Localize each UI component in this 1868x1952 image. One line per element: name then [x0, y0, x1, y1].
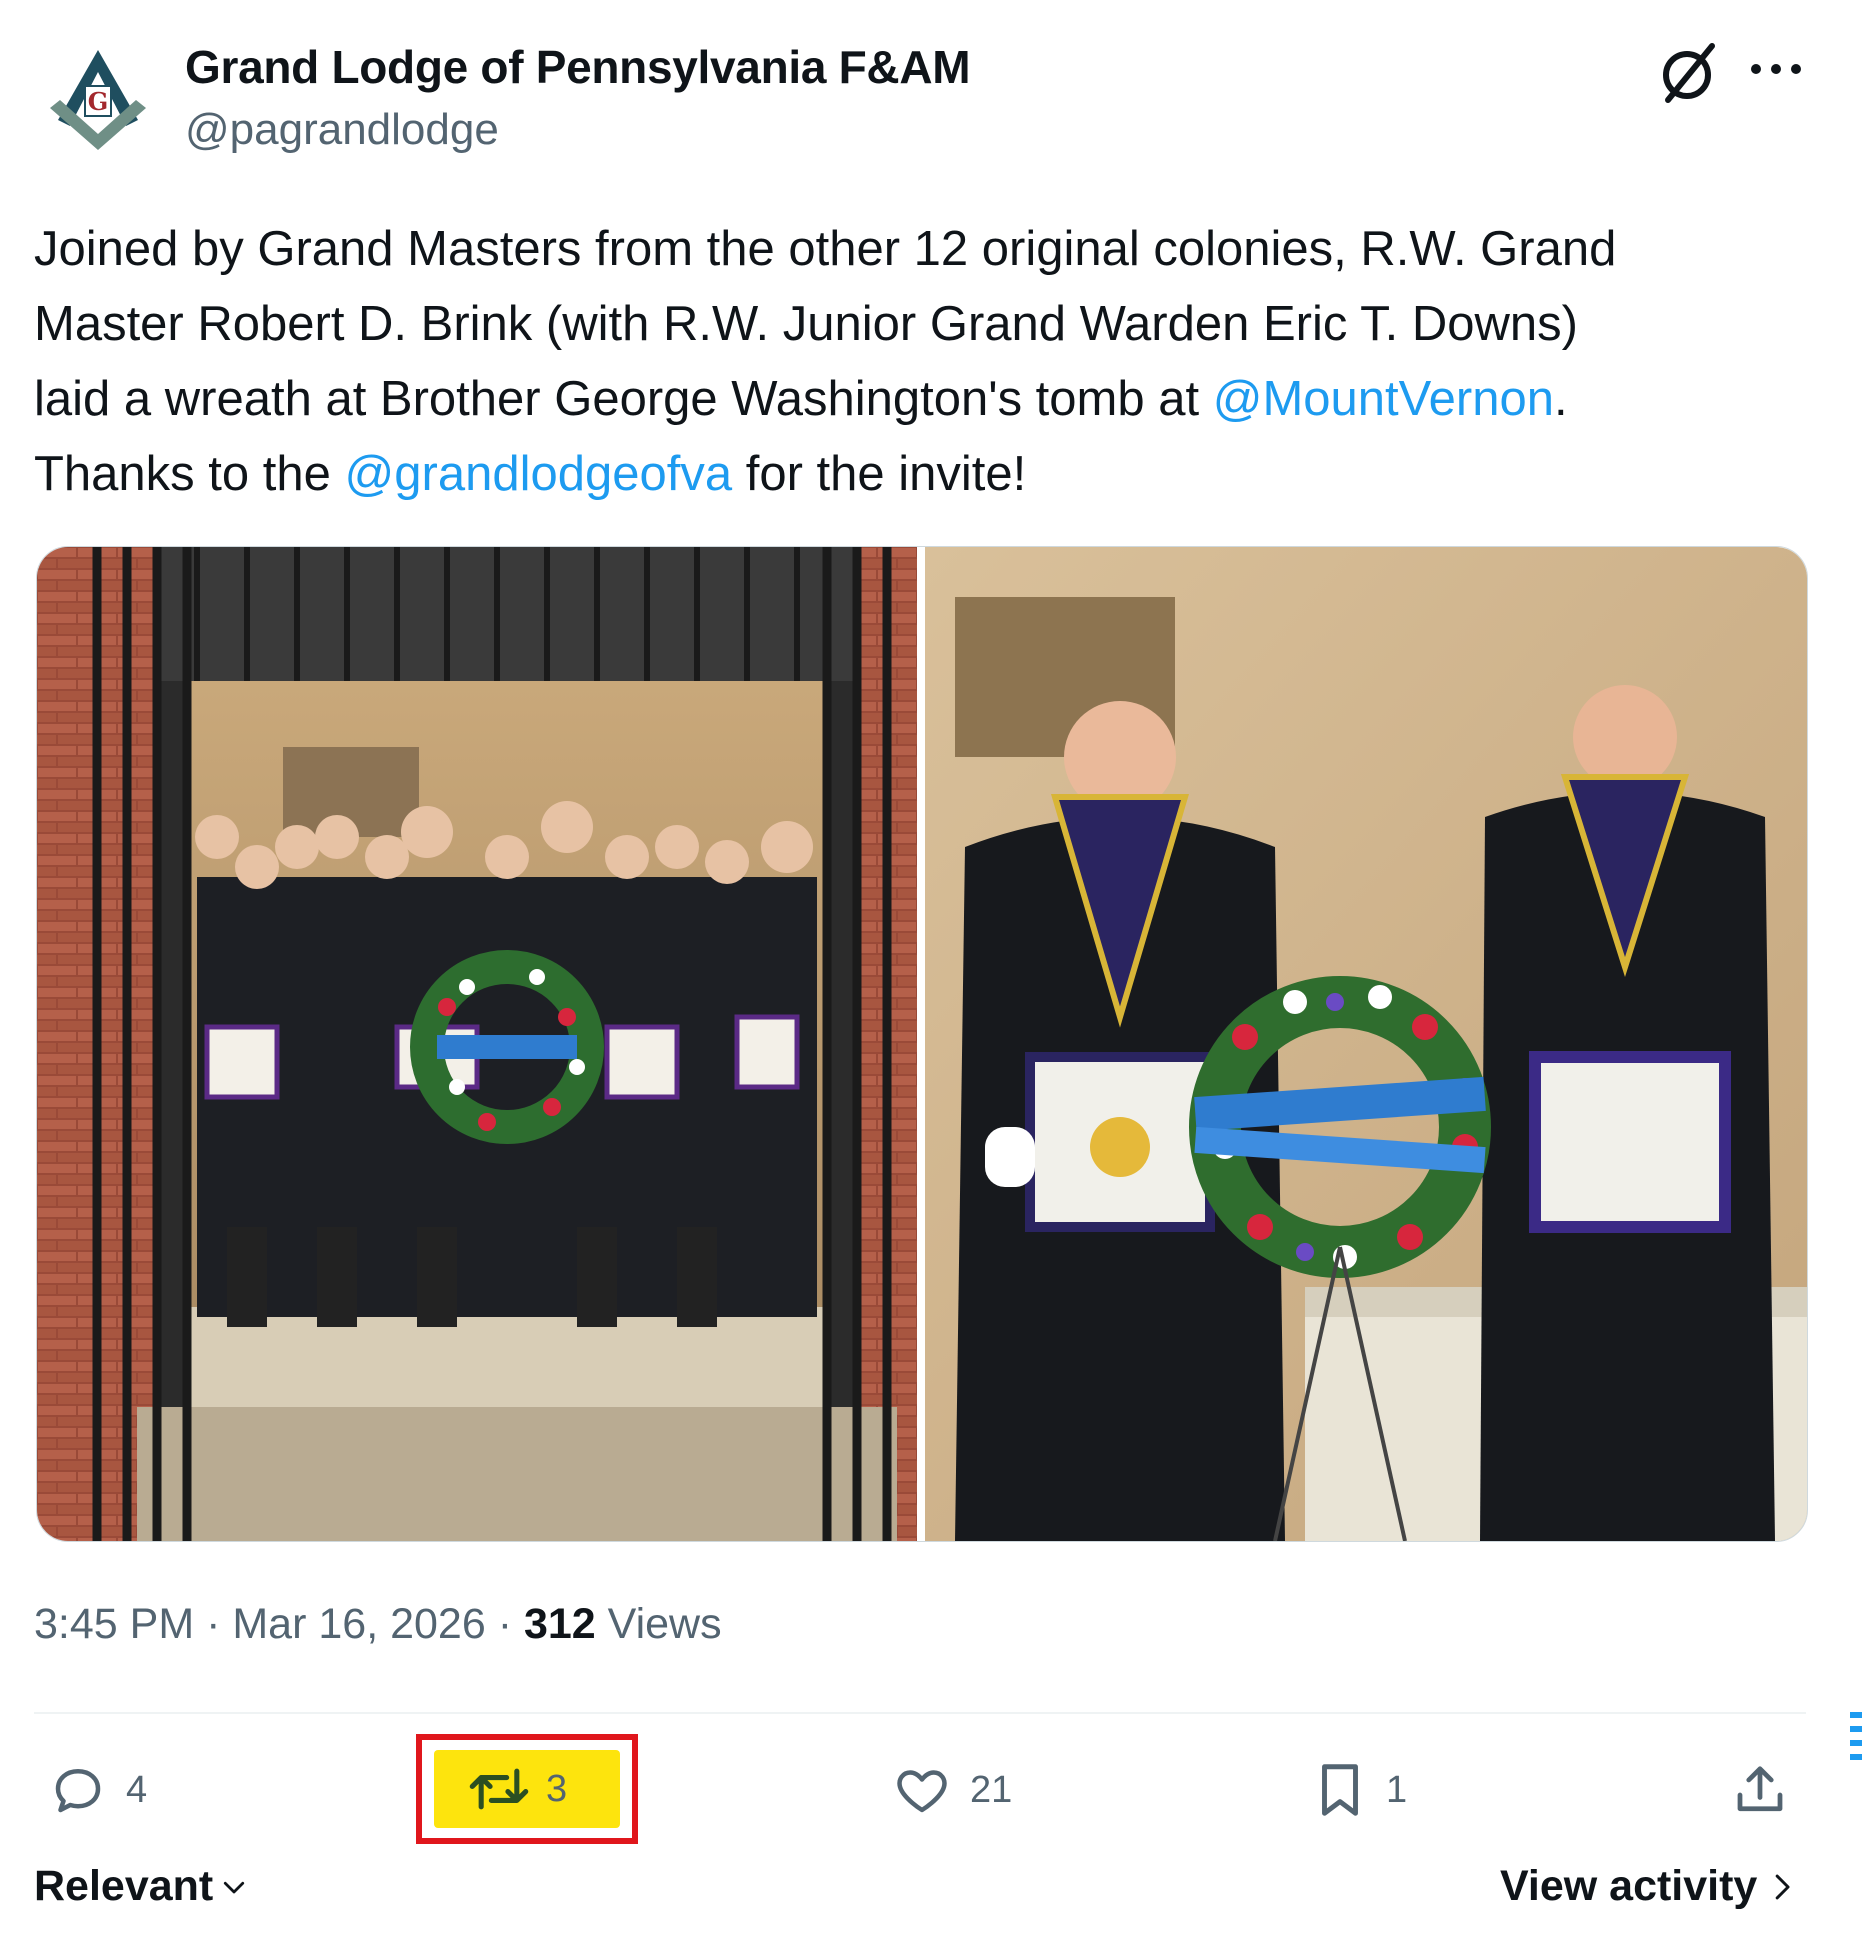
reply-count: 4 [126, 1768, 148, 1811]
masonic-square-compass-icon: G [50, 50, 146, 150]
author-name[interactable]: Grand Lodge of Pennsylvania F&AM [185, 40, 971, 94]
chevron-down-icon [224, 1881, 245, 1893]
more-icon[interactable] [1746, 54, 1806, 84]
like-count: 21 [970, 1768, 1013, 1811]
chevron-right-icon [1776, 1874, 1790, 1899]
views-count: 312 [523, 1600, 596, 1648]
bookmark-button[interactable]: 1 [1312, 1750, 1407, 1830]
account-logo[interactable]: G [40, 42, 156, 158]
reply-button[interactable]: 4 [48, 1750, 147, 1830]
tweet-line-text: Master Robert D. Brink (with R.W. Junior… [34, 297, 1578, 351]
retweet-icon [469, 1768, 529, 1810]
grok-icon[interactable] [1654, 38, 1724, 108]
mention-link-grandlodgeofva[interactable]: @grandlodgeofva [345, 447, 733, 501]
like-button[interactable]: 21 [892, 1750, 1012, 1830]
tweet-meta: 3:45 PM · Mar 16, 2026 · 312 Views [34, 1600, 722, 1649]
tweet-line: laid a wreath at Brother George Washingt… [34, 362, 1814, 437]
meta-separator: · [194, 1600, 233, 1648]
tweet-line-text: Joined by Grand Masters from the other 1… [34, 222, 1617, 276]
share-icon [1737, 1766, 1783, 1812]
divider [34, 1712, 1806, 1714]
retweet-button[interactable]: 3 [468, 1754, 567, 1824]
author-handle[interactable]: @pagrandlodge [185, 105, 499, 155]
media-grid [36, 546, 1808, 1542]
tweet-line-text: . [1553, 372, 1568, 426]
tweet-line-text: laid a wreath at Brother George Washingt… [34, 372, 1213, 426]
mention-link-mountvernon[interactable]: @MountVernon [1213, 372, 1554, 426]
svg-text:G: G [88, 87, 109, 116]
view-activity-label: View activity [1500, 1862, 1758, 1910]
scrollbar-marker[interactable] [1850, 1712, 1862, 1762]
views-label: Views [595, 1600, 722, 1648]
bookmark-icon [1322, 1764, 1358, 1816]
tweet-line: Thanks to the @grandlodgeofva for the in… [34, 437, 1814, 512]
photo-group-at-tomb[interactable] [37, 547, 917, 1541]
photo-two-masters-with-wreath[interactable] [925, 547, 1807, 1541]
bookmark-count: 1 [1386, 1768, 1408, 1811]
meta-separator: · [485, 1600, 524, 1648]
retweet-highlight-box: 3 [416, 1734, 638, 1844]
retweet-count: 3 [546, 1767, 568, 1810]
reply-icon [55, 1769, 101, 1813]
tweet-line: Joined by Grand Masters from the other 1… [34, 212, 1814, 287]
tweet-date[interactable]: Mar 16, 2026 [232, 1600, 485, 1648]
tweet-line-text: for the invite! [732, 447, 1027, 501]
heart-icon [897, 1770, 947, 1813]
view-activity-link[interactable]: View activity [1500, 1862, 1795, 1911]
sort-label: Relevant [34, 1862, 214, 1910]
tweet-text: Joined by Grand Masters from the other 1… [34, 212, 1814, 512]
share-button[interactable] [1730, 1750, 1790, 1830]
tweet-time[interactable]: 3:45 PM [34, 1600, 194, 1648]
tweet-line-text: Thanks to the [34, 447, 345, 501]
sort-replies-dropdown[interactable]: Relevant [34, 1862, 249, 1911]
tweet-line: Master Robert D. Brink (with R.W. Junior… [34, 287, 1814, 362]
